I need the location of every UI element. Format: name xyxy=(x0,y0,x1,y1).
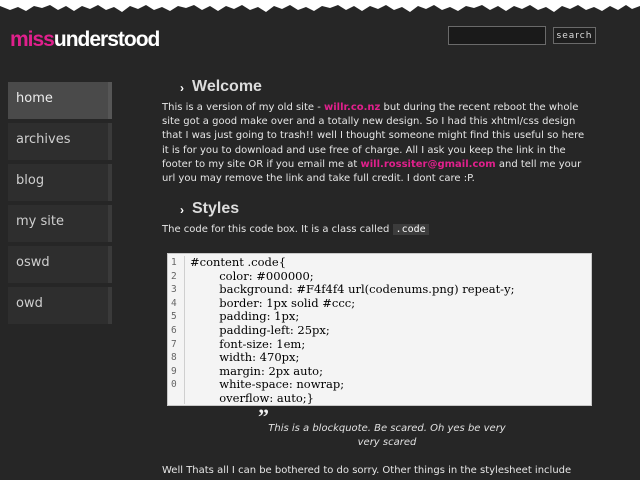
styles-heading: › Styles xyxy=(180,200,240,218)
torn-paper-edge xyxy=(0,0,640,12)
code-class-chip: .code xyxy=(392,224,429,236)
old-site-link[interactable]: willr.co.nz xyxy=(324,102,380,113)
blockquote: This is a blockquote. Be scared. Oh yes … xyxy=(268,423,506,448)
line-number: 8 xyxy=(171,352,177,364)
code-line: border: 1px solid #ccc; xyxy=(190,295,356,310)
logo-understood-text: understood xyxy=(53,28,160,51)
code-line: background: #F4f4f4 url(codenums.png) re… xyxy=(190,282,515,297)
line-number: 9 xyxy=(171,365,177,377)
line-number: 7 xyxy=(171,338,177,350)
code-line: white-space: nowrap; xyxy=(190,377,345,392)
code-line: color: #000000; xyxy=(190,268,314,283)
line-number: 5 xyxy=(171,311,177,323)
heading-arrow-icon: › xyxy=(180,81,184,95)
line-number: 3 xyxy=(171,284,177,296)
search-button[interactable]: search xyxy=(553,27,596,44)
email-link[interactable]: will.rossiter@gmail.com xyxy=(361,159,496,170)
line-number: 2 xyxy=(171,270,177,282)
line-number: 1 xyxy=(171,257,177,268)
line-number-gutter: 1 2 3 4 5 6 7 8 9 0 xyxy=(168,256,185,404)
code-line: width: 470px; xyxy=(190,350,300,365)
line-number: 6 xyxy=(171,324,177,336)
welcome-heading: › Welcome xyxy=(180,78,262,95)
sidebar-item-oswd[interactable]: oswd xyxy=(8,246,112,283)
sidebar-item-blog[interactable]: blog xyxy=(8,164,112,201)
main-content: › Welcome This is a version of my old sit… xyxy=(162,78,592,237)
sidebar-item-owd[interactable]: owd xyxy=(8,287,112,324)
welcome-paragraph: This is a version of my old site - willr… xyxy=(162,102,585,185)
code-lines: #content .code{ color: #000000; backgrou… xyxy=(190,255,515,406)
code-line: margin: 2px auto; xyxy=(190,363,323,378)
line-number: 4 xyxy=(171,297,177,309)
styles-intro: The code for this code box. It is a clas… xyxy=(162,223,592,237)
code-line: padding: 1px; xyxy=(190,309,300,324)
code-line: overflow: auto;} xyxy=(190,390,314,405)
sidebar-item-home[interactable]: home xyxy=(8,82,112,119)
logo-miss-text: miss xyxy=(10,28,55,51)
code-line: font-size: 1em; xyxy=(190,336,306,351)
code-line: padding-left: 25px; xyxy=(190,322,330,337)
sidebar-nav: home archives blog my site oswd owd xyxy=(8,82,112,328)
code-box: 1 2 3 4 5 6 7 8 9 0 #content .code{ colo… xyxy=(167,253,592,406)
sidebar-item-my-site[interactable]: my site xyxy=(8,205,112,242)
site-logo[interactable]: missunderstood xyxy=(10,28,160,52)
code-line: #content .code{ xyxy=(190,255,287,269)
search-input[interactable] xyxy=(448,26,546,45)
line-number: 0 xyxy=(171,379,177,391)
sidebar-item-archives[interactable]: archives xyxy=(8,123,112,160)
footer-paragraph: Well Thats all I can be bothered to do s… xyxy=(162,465,572,476)
heading-arrow-icon: › xyxy=(180,203,184,218)
